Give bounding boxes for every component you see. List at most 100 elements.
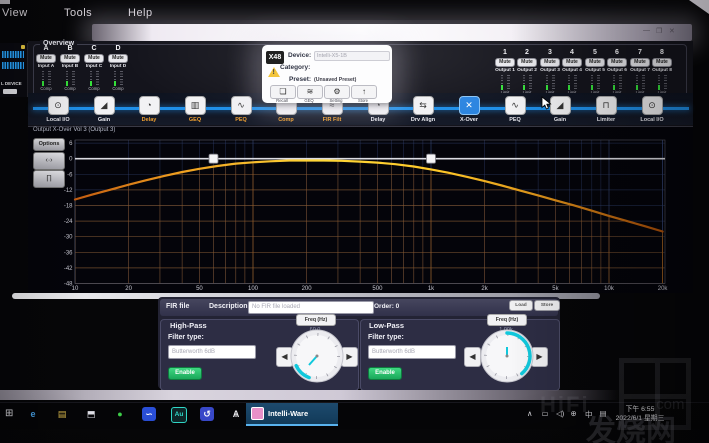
tray-icon-volume[interactable]: ◁)	[556, 409, 564, 418]
tray-icon-display[interactable]: ▭	[542, 409, 549, 418]
start-button[interactable]: ⊞	[5, 408, 13, 419]
meter-column	[48, 71, 51, 86]
fir-store-button[interactable]: Store	[534, 300, 560, 311]
meter-column	[90, 71, 93, 86]
taskbar-icon-wave-app[interactable]: ∽	[142, 407, 156, 421]
x-axis-tick: 100	[248, 286, 259, 292]
taskbar-icon-edge-browser[interactable]: e	[26, 407, 40, 421]
chain-block-icon: ∿	[505, 96, 526, 115]
lp-freq-knob[interactable]	[476, 325, 538, 387]
comp-label: Comp	[83, 86, 105, 91]
level-meter	[494, 75, 516, 90]
mute-button[interactable]: Mute	[562, 58, 582, 67]
close-button[interactable]: ✕	[669, 27, 675, 35]
channel-name: Output 3	[539, 68, 561, 73]
chain-block-geq[interactable]: ▥GEQ	[178, 96, 212, 123]
chain-block-label: PEQ	[498, 117, 532, 123]
channel-id: D	[107, 45, 129, 52]
mute-button[interactable]: Mute	[84, 54, 104, 63]
meter-column	[96, 71, 99, 86]
device-window-button[interactable]	[3, 89, 17, 94]
fir-description-input[interactable]: No FIR file loaded	[248, 301, 374, 314]
menu-item-tools[interactable]: Tools	[64, 7, 92, 19]
chain-block-label: FIR Filt	[315, 117, 349, 123]
meter-column	[642, 75, 645, 90]
mute-button[interactable]: Mute	[108, 54, 128, 63]
description-label: Description:	[209, 303, 250, 310]
taskbar-icon-wolf-app[interactable]: Ѧ	[229, 407, 243, 421]
chain-block-gain[interactable]: ◢Gain	[87, 96, 121, 123]
taskbar-icon-wechat[interactable]: ●	[113, 407, 127, 421]
channel-id: 8	[651, 49, 673, 56]
filter-handle-2[interactable]	[427, 154, 436, 163]
taskbar-icon-adobe-audition[interactable]: Au	[171, 407, 187, 423]
tray-icon-network[interactable]: ⊕	[571, 409, 577, 418]
chain-block-label: Comp	[269, 117, 303, 123]
channel-id: 7	[629, 49, 651, 56]
lp-filter-type-select[interactable]: Butterworth 6dB	[368, 345, 456, 359]
chain-block-local-i-o[interactable]: ⊙Local I/O	[41, 96, 75, 123]
mute-button[interactable]: Mute	[36, 54, 56, 63]
minimize-button[interactable]: —	[643, 27, 650, 34]
channel-name: Output 4	[561, 68, 583, 73]
tray-icon-tray-expand[interactable]: ∧	[527, 409, 533, 418]
chain-block-x-over[interactable]: ✕X-Over	[452, 96, 486, 123]
mute-button[interactable]: Mute	[607, 58, 627, 67]
chain-block-limiter[interactable]: ⊓Limiter	[589, 96, 623, 123]
chain-block-local-i-o[interactable]: ⊙Local I/O	[635, 96, 669, 123]
taskbar-icon-swirl-app[interactable]: ↺	[200, 407, 214, 421]
taskbar-icon-ms-store[interactable]: ⬒	[84, 407, 98, 421]
x-axis-tick: 200	[302, 286, 313, 292]
comp-label: Comp	[59, 86, 81, 91]
fir-load-button[interactable]: Load	[509, 300, 533, 311]
tray-icon-ime-chinese[interactable]: 中	[585, 409, 593, 420]
y-axis-tick: -24	[64, 219, 73, 225]
taskbar-icon-file-explorer[interactable]: ▤	[55, 407, 69, 421]
meter-column	[619, 75, 622, 90]
y-axis-tick: -30	[64, 235, 73, 241]
mute-button[interactable]: Mute	[585, 58, 605, 67]
mute-button[interactable]: Mute	[517, 58, 537, 67]
y-axis-tick: -42	[64, 266, 73, 272]
meter-column	[552, 75, 555, 90]
hp-freq-knob[interactable]	[286, 325, 348, 387]
x-axis-tick: 20	[125, 286, 132, 292]
chain-block-peq[interactable]: ∿ PEQ	[498, 96, 532, 123]
chain-block-delay[interactable]: ◔Delay	[132, 96, 166, 123]
mute-button[interactable]: Mute	[630, 58, 650, 67]
comp-label: Comp	[107, 86, 129, 91]
chain-block-icon: ◢	[94, 96, 115, 115]
mute-button[interactable]: Mute	[540, 58, 560, 67]
meter-column	[523, 75, 526, 90]
channel-name: Input A	[35, 64, 57, 69]
level-meter	[606, 75, 628, 90]
meter-column	[501, 75, 504, 90]
filter-handle-1[interactable]	[209, 154, 218, 163]
channel-name: Output 1	[494, 68, 516, 73]
mute-button[interactable]: Mute	[60, 54, 80, 63]
chain-block-icon: ⊙	[642, 96, 663, 115]
maximize-button[interactable]: ❐	[656, 27, 662, 35]
channel-id: 2	[516, 49, 538, 56]
channel-id: A	[35, 45, 57, 52]
chain-block-drv-align[interactable]: ⇆Drv Align	[406, 96, 440, 123]
chain-block-label: Delay	[361, 117, 395, 123]
hp-enable-button[interactable]: Enable	[168, 367, 202, 380]
window-titlebar	[92, 24, 692, 41]
mute-button[interactable]: Mute	[652, 58, 672, 67]
meter-column	[597, 75, 600, 90]
chain-block-label: Drv Align	[406, 117, 440, 123]
channel-id: B	[59, 45, 81, 52]
mute-button[interactable]: Mute	[495, 58, 515, 67]
x-axis-tick: 2k	[481, 286, 488, 292]
comp-label: Comp	[35, 86, 57, 91]
menu-item-view[interactable]: View	[2, 7, 28, 19]
lp-enable-button[interactable]: Enable	[368, 367, 402, 380]
hp-filter-type-select[interactable]: Butterworth 6dB	[168, 345, 256, 359]
channel-id: C	[83, 45, 105, 52]
menu-item-help[interactable]: Help	[128, 7, 153, 19]
chain-block-peq[interactable]: ∿PEQ	[224, 96, 258, 123]
device-name-field[interactable]: Intelli-X5-1B	[314, 51, 390, 61]
taskbar-active-app[interactable]: Intelli-Ware	[246, 403, 338, 426]
meter-column	[546, 75, 549, 90]
